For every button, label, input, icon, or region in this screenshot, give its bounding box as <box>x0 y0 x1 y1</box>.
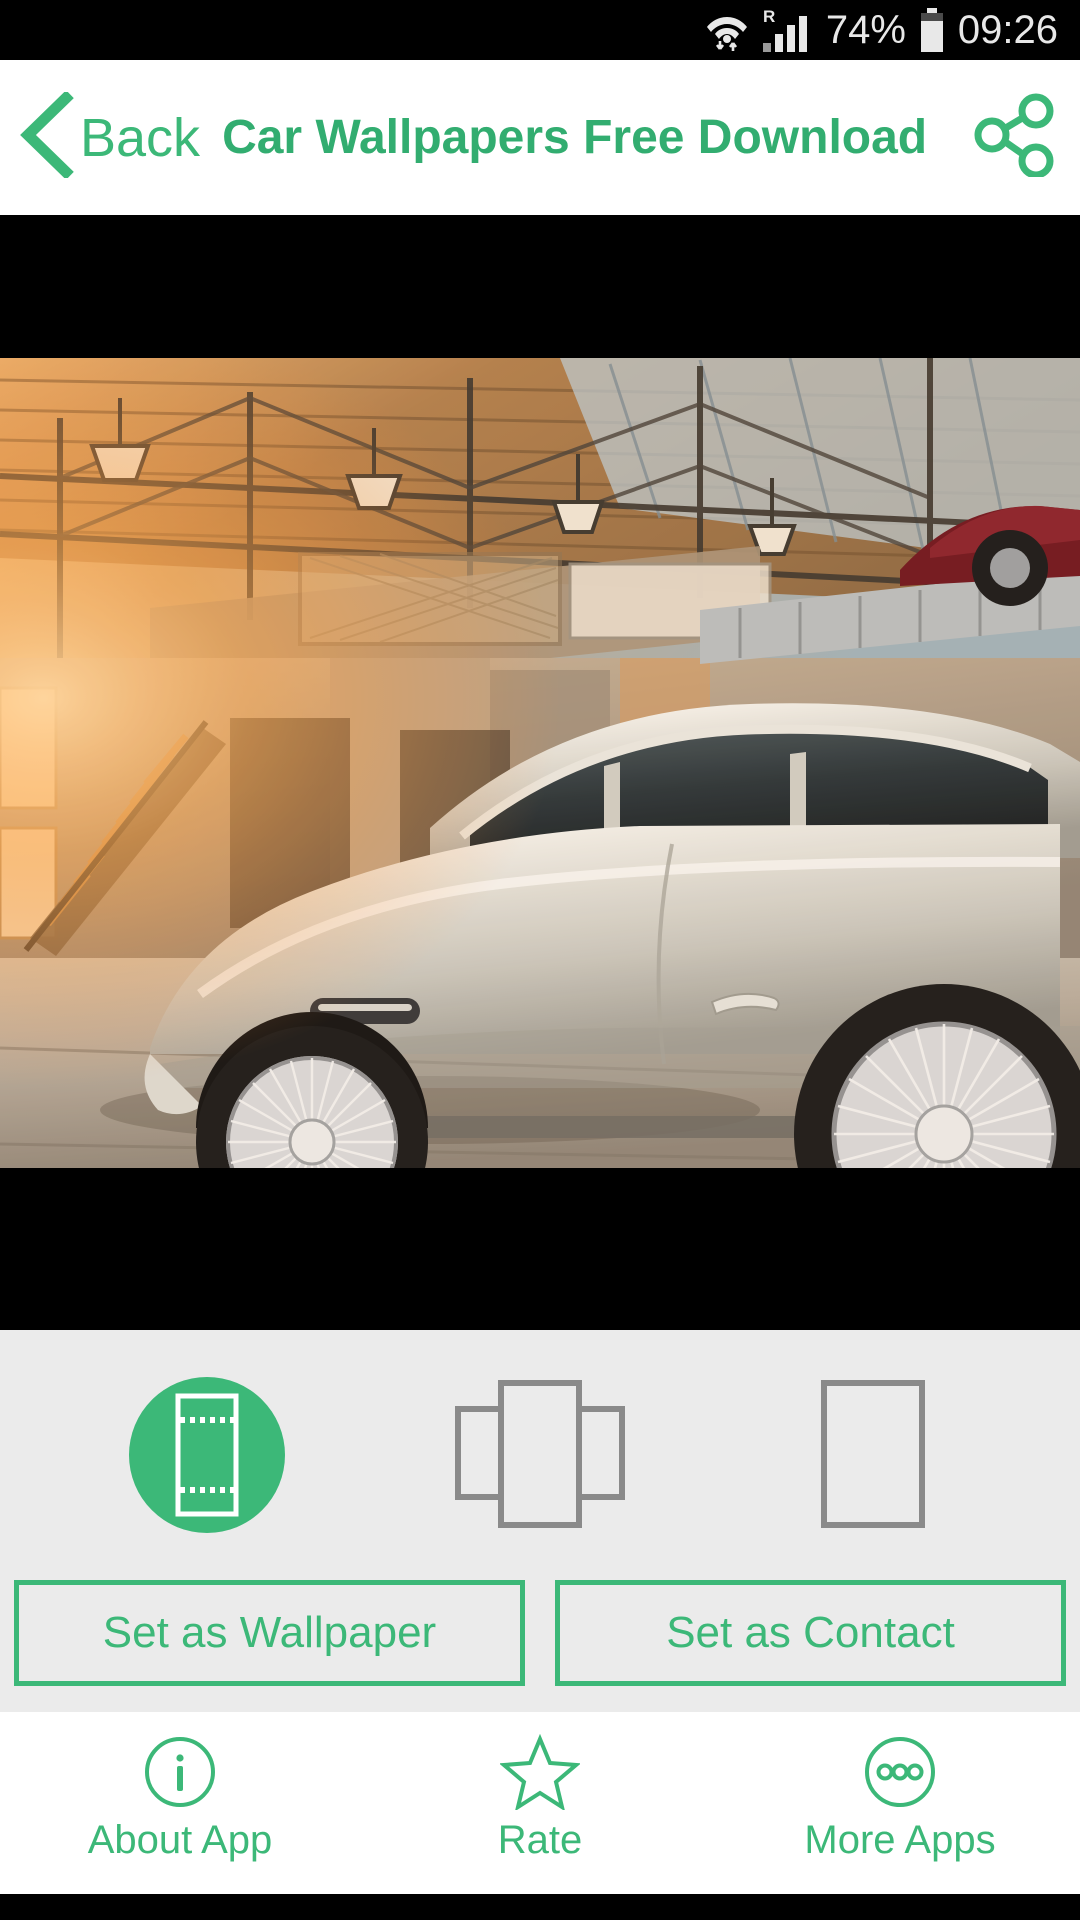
nav-label-about-app: About App <box>87 1818 273 1862</box>
wifi-icon <box>706 8 748 52</box>
set-as-wallpaper-button[interactable]: Set as Wallpaper <box>14 1580 525 1686</box>
star-outline-icon <box>500 1734 580 1810</box>
status-bar: R 74% 09:26 <box>0 0 1080 60</box>
single-screen-icon <box>818 1375 928 1535</box>
mode-scroll[interactable] <box>440 1360 640 1550</box>
crop-fit-icon <box>122 1370 292 1540</box>
nav-item-more-apps[interactable]: More Apps <box>720 1734 1080 1860</box>
wallpaper-mode-selector <box>0 1350 1080 1560</box>
nav-label-rate: Rate <box>497 1818 583 1862</box>
more-circle-icon <box>862 1734 938 1810</box>
back-label: Back <box>80 107 201 168</box>
control-panel: Set as Wallpaper Set as Contact <box>0 1330 1080 1712</box>
info-circle-icon <box>142 1734 218 1810</box>
photo-stage <box>0 215 1080 1330</box>
nav-label-more-apps: More Apps <box>804 1818 996 1862</box>
nav-item-about-app[interactable]: About App <box>0 1734 360 1860</box>
status-clock: 09:26 <box>957 8 1058 52</box>
battery-percent: 74% <box>825 8 906 52</box>
action-buttons: Set as Wallpaper Set as Contact <box>0 1560 1080 1712</box>
roaming-letter: R <box>763 7 775 26</box>
set-as-contact-button[interactable]: Set as Contact <box>555 1580 1066 1686</box>
scroll-panels-icon <box>452 1375 628 1535</box>
nav-item-rate[interactable]: Rate <box>360 1734 720 1860</box>
wallpaper-preview-image[interactable] <box>0 358 1080 1168</box>
back-button[interactable]: Back <box>14 90 201 183</box>
roaming-signal-icon: R <box>761 7 813 53</box>
chevron-left-icon <box>14 90 76 183</box>
page-title: Car Wallpapers Free Download <box>222 110 928 164</box>
share-button[interactable] <box>972 93 1056 182</box>
bottom-navigation: About App Rate More Apps <box>0 1712 1080 1894</box>
app-header: Back Car Wallpapers Free Download <box>0 60 1080 215</box>
battery-icon <box>919 8 945 52</box>
mode-single[interactable] <box>773 1360 973 1550</box>
mode-crop-fit[interactable] <box>107 1360 307 1550</box>
